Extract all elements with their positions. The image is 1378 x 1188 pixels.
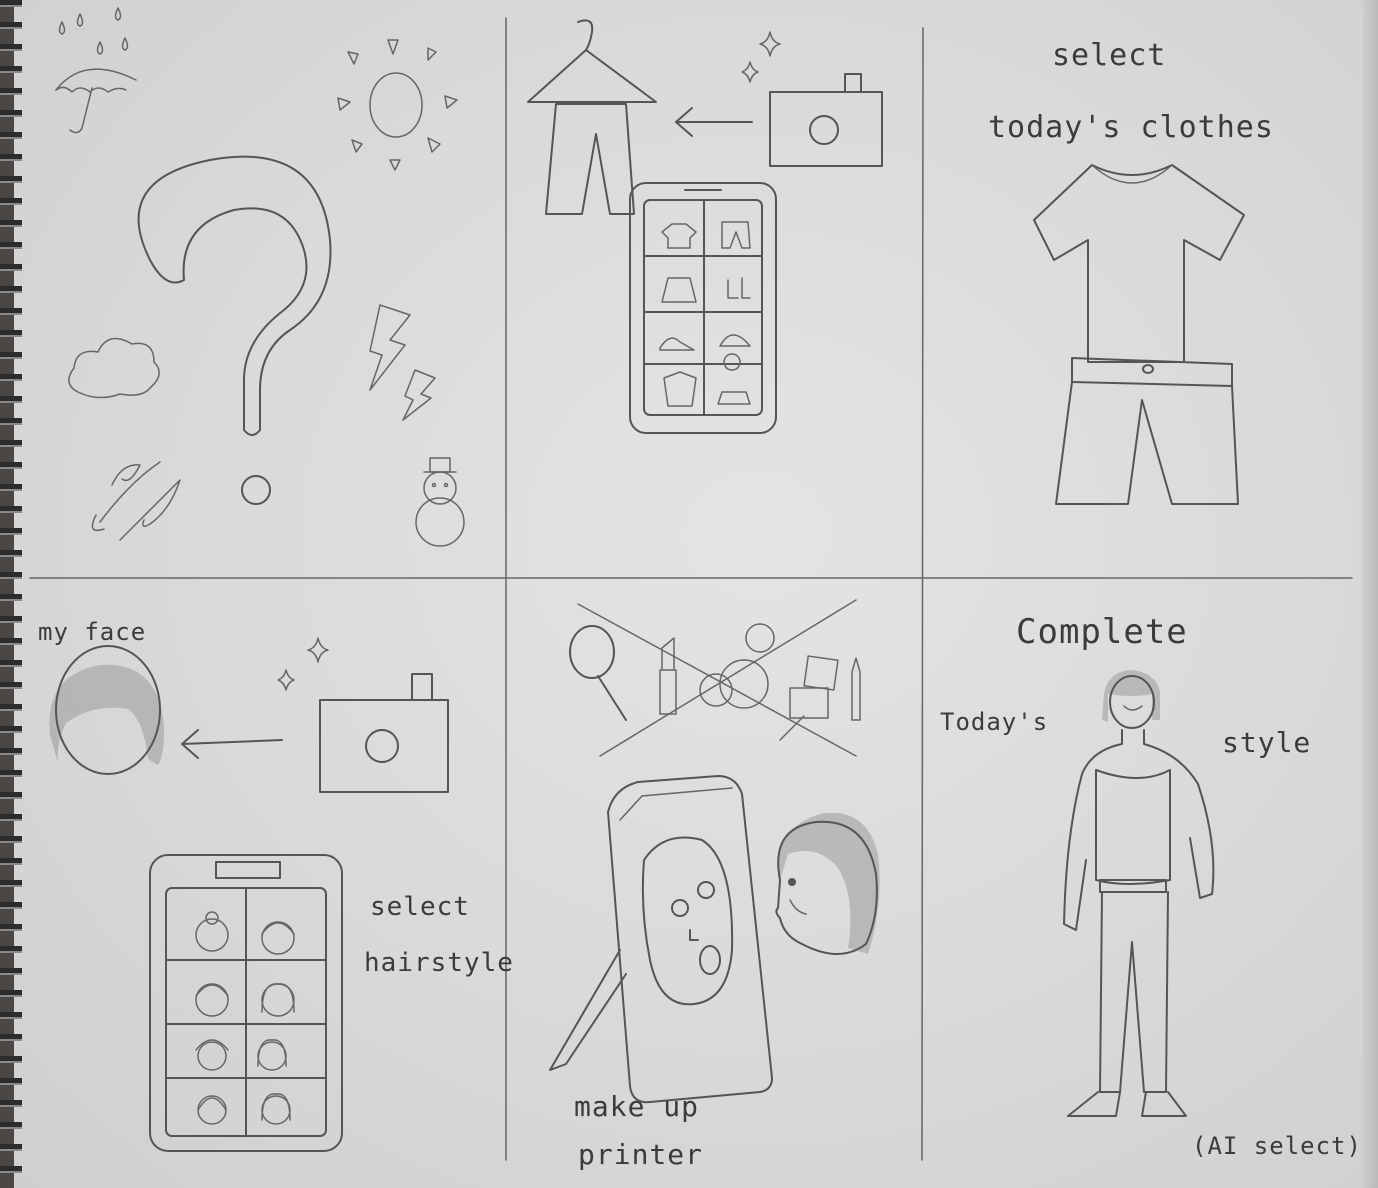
- sun-icon: [337, 39, 458, 171]
- arrow-icon: [181, 729, 283, 759]
- mask-printer-icon: [549, 775, 773, 1104]
- face-with-hair-icon: [49, 645, 164, 775]
- hand-mirror-icon: [569, 625, 627, 721]
- complete-title: Complete: [1016, 612, 1188, 652]
- umbrella-icon: [55, 68, 137, 134]
- my-face-label: my face: [38, 618, 147, 646]
- pencil-icon: [851, 657, 861, 721]
- cloud-icon: [68, 337, 160, 399]
- make-up-label: make up: [574, 1090, 700, 1123]
- arrow-icon: [675, 107, 753, 137]
- style-label: style: [1222, 726, 1312, 759]
- person-profile-icon: [775, 812, 880, 955]
- t-shirt-icon: [1033, 164, 1245, 363]
- snowman-icon: [415, 457, 465, 547]
- ai-select-note: (AI select): [1192, 1132, 1362, 1160]
- shorts-icon: [1055, 357, 1239, 505]
- select-hairstyle-label-line1: select: [370, 892, 470, 922]
- rain-drops-icon: [58, 7, 129, 55]
- tablet-clothing-grid-icon: [629, 182, 777, 434]
- sparkles-icon: [277, 637, 329, 691]
- question-mark-icon: [137, 155, 332, 505]
- todays-label: Today's: [940, 708, 1049, 736]
- eyeshadow-palette-icon: [779, 655, 839, 741]
- camera-icon: [769, 73, 883, 167]
- lightning-icon: [369, 304, 436, 421]
- select-hairstyle-label-line2: hairstyle: [364, 948, 514, 978]
- pants-icon: [545, 103, 635, 215]
- sparkles-icon: [741, 31, 781, 83]
- styled-person-icon: [1063, 670, 1215, 1117]
- select-label: select: [1052, 38, 1167, 73]
- compact-icon: [699, 623, 775, 709]
- hanger-icon: [527, 19, 657, 103]
- cross-out-icon: [577, 599, 857, 757]
- printer-label: printer: [578, 1138, 704, 1171]
- lipstick-icon: [659, 637, 677, 715]
- wind-icon: [91, 461, 181, 541]
- todays-clothes-label: today's clothes: [988, 110, 1274, 145]
- camera-icon: [319, 673, 449, 793]
- storyboard-sketch: [29, 7, 1353, 1161]
- tablet-hairstyle-grid-icon: [149, 854, 343, 1152]
